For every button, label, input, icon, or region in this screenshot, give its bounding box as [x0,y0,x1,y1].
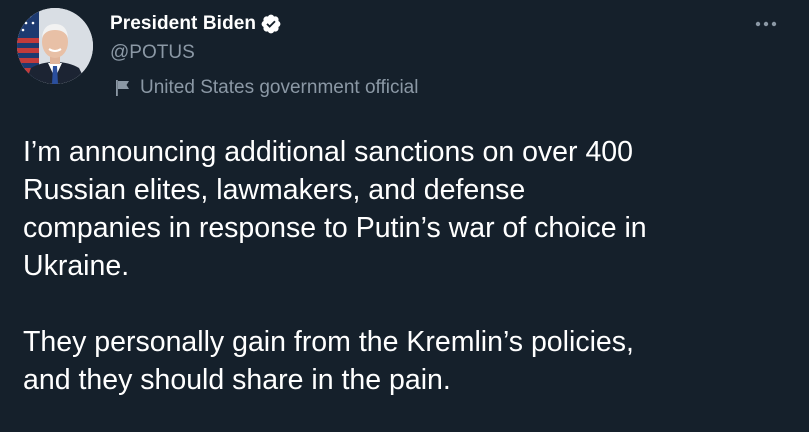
author-name-row[interactable]: President Biden [110,12,282,36]
tweet-line: companies in response to Putin’s war of … [23,212,647,244]
avatar[interactable] [17,8,93,84]
tweet-line: Ukraine. [23,250,130,282]
tweet-card: President Biden @POTUS United States gov… [0,0,809,432]
tweet-line: Russian elites, lawmakers, and defense [23,174,526,206]
tweet-line: and they should share in the pain. [23,364,451,396]
verified-badge-icon [260,13,282,35]
government-flag-icon [114,79,132,97]
tweet-paragraph-2: They personally gain from the Kremlin’s … [23,323,793,399]
government-label[interactable]: United States government official [114,76,418,100]
tweet-line: They personally gain from the Kremlin’s … [23,326,634,358]
government-label-text: United States government official [140,77,419,98]
display-name[interactable]: President Biden [110,13,256,35]
tweet-paragraph-1: I’m announcing additional sanctions on o… [23,133,793,285]
tweet-text: I’m announcing additional sanctions on o… [23,133,793,399]
tweet-line: I’m announcing additional sanctions on o… [23,136,633,168]
more-dots-icon[interactable] [752,10,780,38]
author-handle[interactable]: @POTUS [110,42,195,64]
avatar-image [17,8,93,84]
